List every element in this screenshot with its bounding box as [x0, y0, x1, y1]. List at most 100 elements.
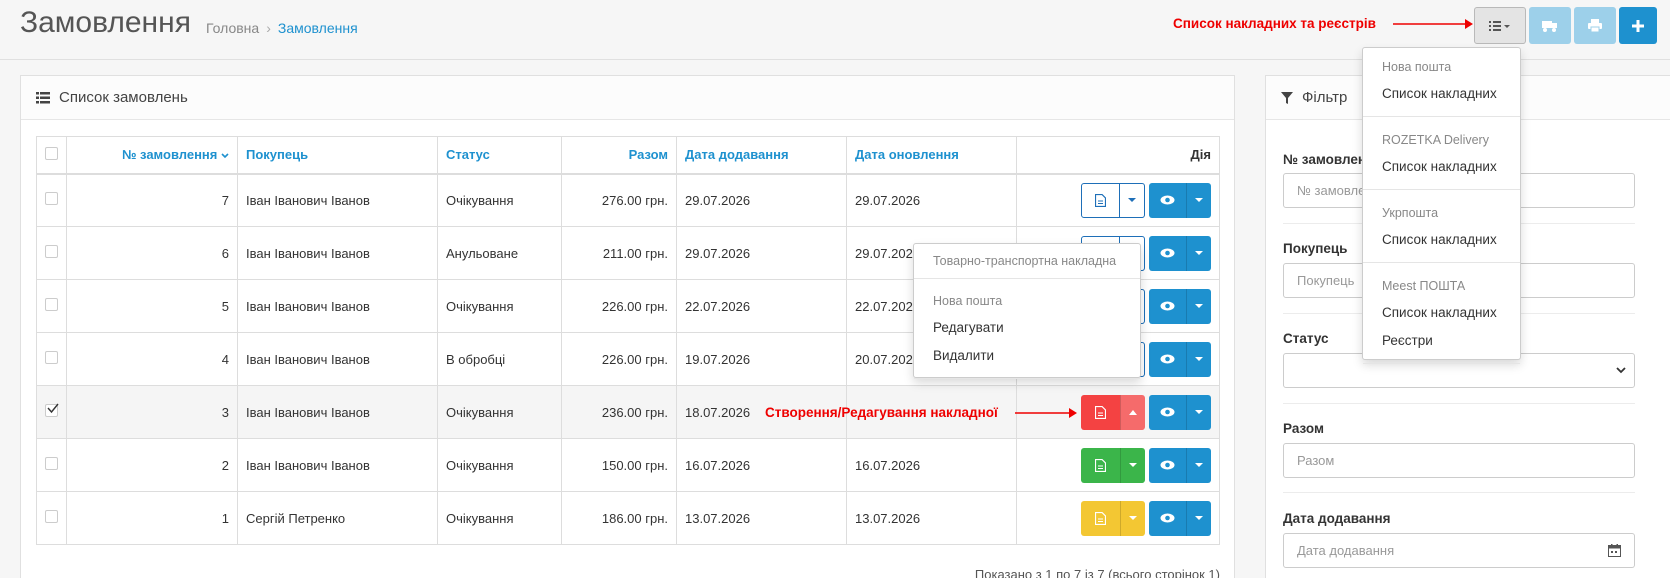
column-customer[interactable]: Покупець	[237, 136, 438, 175]
dropdown-menu-item[interactable]: Реєстри	[1363, 327, 1520, 355]
view-order-button[interactable]	[1149, 341, 1186, 377]
view-dropdown-toggle[interactable]	[1186, 447, 1211, 483]
view-dropdown-toggle[interactable]	[1186, 182, 1211, 218]
file-icon	[1095, 458, 1106, 472]
waybill-dropdown-toggle[interactable]	[1120, 447, 1145, 483]
view-order-button[interactable]	[1149, 447, 1186, 483]
filter-date-added-input[interactable]: Дата додавання	[1283, 533, 1596, 568]
file-icon	[1095, 405, 1106, 419]
waybill-lists-button[interactable]	[1474, 7, 1526, 44]
view-dropdown-toggle[interactable]	[1186, 235, 1211, 271]
dropdown-menu-item[interactable]: Список накладних	[1363, 80, 1520, 108]
caret-down-icon	[1128, 198, 1136, 203]
eye-icon	[1160, 301, 1175, 311]
view-order-button[interactable]	[1149, 500, 1186, 536]
dropdown-edit-item[interactable]: Редагувати	[914, 314, 1140, 342]
customer-cell: Іван Іванович Іванов	[237, 385, 438, 439]
caret-down-icon	[1129, 463, 1137, 467]
action-cell	[1016, 491, 1220, 545]
date-modified-cell: 29.07.2026	[846, 173, 1017, 227]
customer-cell: Іван Іванович Іванов	[237, 332, 438, 386]
select-all-cell	[36, 136, 67, 175]
breadcrumb-current[interactable]: Замовлення	[278, 20, 358, 36]
dropdown-menu-item[interactable]: Список накладних	[1363, 153, 1520, 181]
row-select-cell	[36, 332, 67, 386]
view-split-button	[1149, 341, 1211, 377]
view-order-button[interactable]	[1149, 235, 1186, 271]
customer-cell: Іван Іванович Іванов	[237, 226, 438, 280]
date-modified-cell: 16.07.2026	[846, 438, 1017, 492]
filter-customer-label: Покупець	[1283, 241, 1348, 256]
plus-icon	[1632, 19, 1644, 32]
view-dropdown-toggle[interactable]	[1186, 394, 1211, 430]
list-icon	[36, 91, 50, 103]
row-checkbox[interactable]	[45, 403, 59, 417]
row-checkbox[interactable]	[45, 245, 58, 258]
row-checkbox[interactable]	[45, 510, 58, 523]
column-status[interactable]: Статус	[437, 136, 562, 175]
date-modified-cell: 13.07.2026	[846, 491, 1017, 545]
filter-panel-title: Фільтр	[1302, 89, 1348, 106]
column-total[interactable]: Разом	[561, 136, 677, 175]
row-checkbox[interactable]	[45, 192, 58, 206]
status-cell: Очікування	[437, 438, 562, 492]
waybill-button[interactable]	[1081, 182, 1120, 218]
table-row: 7 Іван Іванович Іванов Очікування 276.00…	[36, 173, 1220, 227]
status-cell: Очікування	[437, 279, 562, 333]
waybill-dropdown-menu: Товарно-транспортна накладна Нова пошта …	[913, 243, 1141, 379]
view-order-button[interactable]	[1149, 288, 1186, 324]
add-order-button[interactable]	[1619, 7, 1657, 44]
print-icon	[1588, 19, 1602, 32]
customer-cell: Іван Іванович Іванов	[237, 173, 438, 227]
status-cell: Очікування	[437, 491, 562, 545]
print-button[interactable]	[1574, 7, 1616, 44]
dropdown-delete-item[interactable]: Видалити	[914, 342, 1140, 370]
date-added-cell: 22.07.2026	[676, 279, 847, 333]
order-id-cell: 4	[66, 332, 238, 386]
waybill-button[interactable]	[1081, 447, 1120, 483]
view-order-button[interactable]	[1149, 394, 1186, 430]
row-checkbox[interactable]	[45, 351, 58, 364]
annotation-waybill-edit: Створення/Редагування накладної	[765, 405, 998, 420]
total-cell: 276.00 грн.	[561, 173, 677, 227]
total-cell: 226.00 грн.	[561, 332, 677, 386]
file-icon	[1095, 511, 1106, 525]
date-picker-button[interactable]	[1595, 533, 1635, 568]
dropdown-menu-item[interactable]: Список накладних	[1363, 299, 1520, 327]
waybill-dropdown-toggle[interactable]	[1120, 500, 1145, 536]
dropdown-header-ttn: Товарно-транспортна накладна	[933, 254, 1117, 268]
column-action: Дія	[1016, 136, 1220, 175]
row-checkbox[interactable]	[45, 298, 58, 311]
annotation-waybill-list: Список накладних та реєстрів	[1173, 16, 1376, 31]
chevron-down-icon	[1616, 367, 1626, 374]
caret-down-icon	[1195, 410, 1203, 414]
dropdown-group-header: Нова пошта	[1382, 60, 1452, 74]
waybill-dropdown-toggle[interactable]	[1120, 182, 1145, 218]
column-date-modified[interactable]: Дата оновлення	[846, 136, 1017, 175]
caret-down-icon	[1195, 198, 1203, 203]
column-order-id[interactable]: № замовлення	[66, 136, 238, 175]
row-checkbox[interactable]	[45, 457, 58, 470]
filter-total-input[interactable]: Разом	[1283, 443, 1635, 478]
row-select-cell	[36, 438, 67, 492]
view-dropdown-toggle[interactable]	[1186, 341, 1211, 377]
view-dropdown-toggle[interactable]	[1186, 500, 1211, 536]
waybill-split-button	[1081, 447, 1145, 483]
waybill-dropdown-toggle[interactable]	[1120, 394, 1145, 430]
column-date-added[interactable]: Дата додавання	[676, 136, 847, 175]
dropdown-menu-item[interactable]: Список накладних	[1363, 226, 1520, 254]
view-dropdown-toggle[interactable]	[1186, 288, 1211, 324]
shipping-button[interactable]	[1529, 7, 1571, 44]
view-split-button	[1149, 288, 1211, 324]
status-cell: Очікування	[437, 173, 562, 227]
select-all-checkbox[interactable]	[45, 146, 58, 160]
status-cell: Анульоване	[437, 226, 562, 280]
waybill-button[interactable]	[1081, 500, 1120, 536]
total-cell: 236.00 грн.	[561, 385, 677, 439]
customer-cell: Іван Іванович Іванов	[237, 438, 438, 492]
view-order-button[interactable]	[1149, 182, 1186, 218]
waybill-button[interactable]	[1081, 394, 1120, 430]
total-cell: 226.00 грн.	[561, 279, 677, 333]
date-added-cell: 29.07.2026	[676, 173, 847, 227]
breadcrumb-home[interactable]: Головна	[206, 20, 259, 36]
